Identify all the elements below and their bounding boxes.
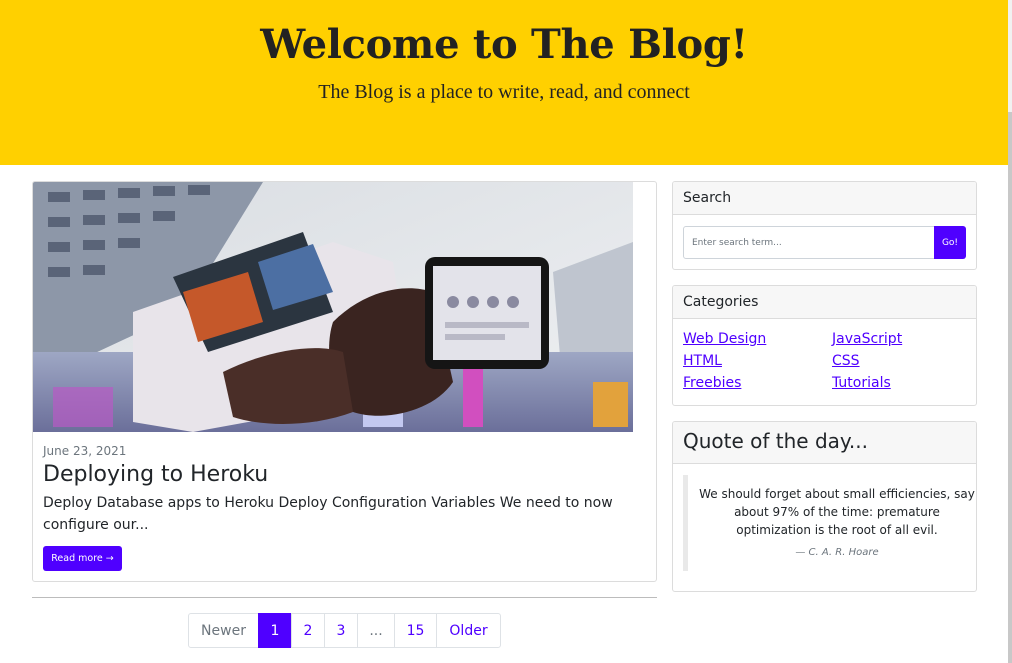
pagination-ellipsis: ... <box>357 613 395 648</box>
page-subtitle: The Blog is a place to write, read, and … <box>318 81 690 103</box>
search-go-button[interactable]: Go! <box>934 226 966 259</box>
quote-author: — C. A. R. Hoare <box>795 547 879 558</box>
categories-widget-title: Categories <box>673 286 976 319</box>
read-more-button[interactable]: Read more → <box>43 546 122 571</box>
header-banner: Welcome to The Blog! The Blog is a place… <box>0 0 1008 165</box>
category-link-web-design[interactable]: Web Design <box>683 331 766 347</box>
content-divider <box>32 597 657 598</box>
post-title[interactable]: Deploying to Heroku <box>43 460 268 490</box>
category-link-freebies[interactable]: Freebies <box>683 375 741 391</box>
category-link-html[interactable]: HTML <box>683 353 722 369</box>
category-link-tutorials[interactable]: Tutorials <box>832 375 891 391</box>
post-date: June 23, 2021 <box>43 444 127 458</box>
category-link-javascript[interactable]: JavaScript <box>832 331 902 347</box>
quote-widget: Quote of the day... We should forget abo… <box>672 421 977 592</box>
pagination-newer[interactable]: Newer <box>188 613 259 648</box>
search-input[interactable] <box>683 226 935 259</box>
post-image[interactable] <box>33 182 633 432</box>
search-widget: Search Go! <box>672 181 977 270</box>
search-widget-title: Search <box>673 182 976 215</box>
category-link-css[interactable]: CSS <box>832 353 860 369</box>
pagination-page-2[interactable]: 2 <box>291 613 325 648</box>
phone-in-hand-photo <box>33 182 633 432</box>
pagination-older[interactable]: Older <box>436 613 501 648</box>
post-excerpt: Deploy Database apps to Heroku Deploy Co… <box>43 495 613 533</box>
pagination-page-15[interactable]: 15 <box>394 613 437 648</box>
quote-text: We should forget about small efficiencie… <box>699 487 975 537</box>
pagination: Newer 1 2 3 ... 15 Older <box>188 613 501 648</box>
page-title: Welcome to The Blog! <box>260 21 748 68</box>
quote-widget-title: Quote of the day... <box>673 422 976 464</box>
blockquote-bar <box>683 475 688 571</box>
scrollbar-thumb[interactable] <box>1008 112 1012 663</box>
pagination-page-1[interactable]: 1 <box>258 613 292 648</box>
post-card: June 23, 2021 Deploying to Heroku Deploy… <box>32 181 657 582</box>
categories-widget: Categories Web Design HTML Freebies Java… <box>672 285 977 406</box>
pagination-page-3[interactable]: 3 <box>324 613 358 648</box>
